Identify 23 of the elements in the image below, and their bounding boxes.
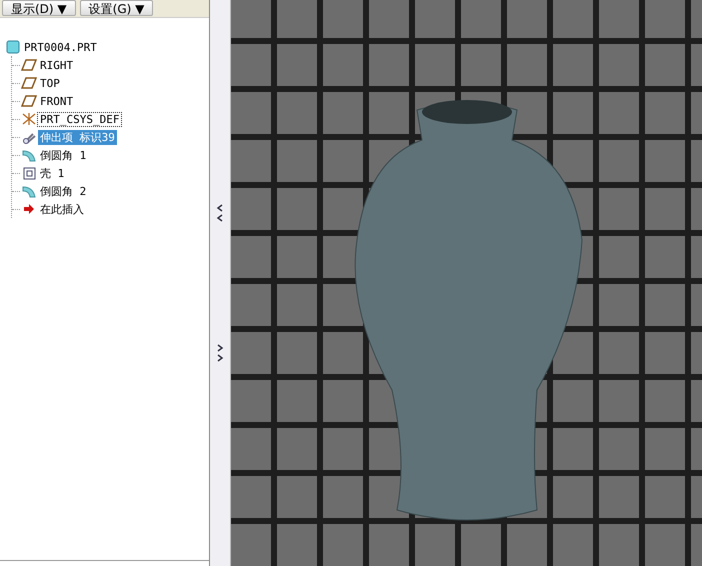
tree-item[interactable]: 壳 1 <box>38 166 66 180</box>
datum-plane-icon <box>21 59 37 71</box>
round-feature-icon <box>22 148 36 162</box>
tree-item[interactable]: 倒圆角 1 <box>38 148 88 162</box>
toolbar-button[interactable]: 设置(G) ▼ <box>80 0 154 16</box>
toolbar-button[interactable]: 显示(D) ▼ <box>2 0 76 16</box>
tree-item[interactable]: TOP <box>38 76 62 90</box>
expand-chevrons-icon <box>216 343 224 363</box>
datum-plane-icon <box>21 77 37 89</box>
tree-item[interactable]: PRT_CSYS_DEF <box>38 112 122 126</box>
round-feature-icon <box>22 184 36 198</box>
coordinate-system-icon <box>21 112 37 126</box>
tree-item[interactable]: 在此插入 <box>38 202 86 216</box>
datum-plane-icon <box>21 95 37 107</box>
tree-item[interactable]: RIGHT <box>38 58 76 72</box>
shell-feature-icon <box>22 166 36 180</box>
part-cube-icon <box>6 40 20 54</box>
tree-item[interactable]: 倒圆角 2 <box>38 184 88 198</box>
tree-item[interactable]: FRONT <box>38 94 76 108</box>
arrow-icon <box>23 203 35 215</box>
panel-splitter[interactable] <box>210 0 231 566</box>
tree-item[interactable]: PRT0004.PRT <box>22 40 99 54</box>
collapse-chevrons-icon <box>216 203 224 223</box>
